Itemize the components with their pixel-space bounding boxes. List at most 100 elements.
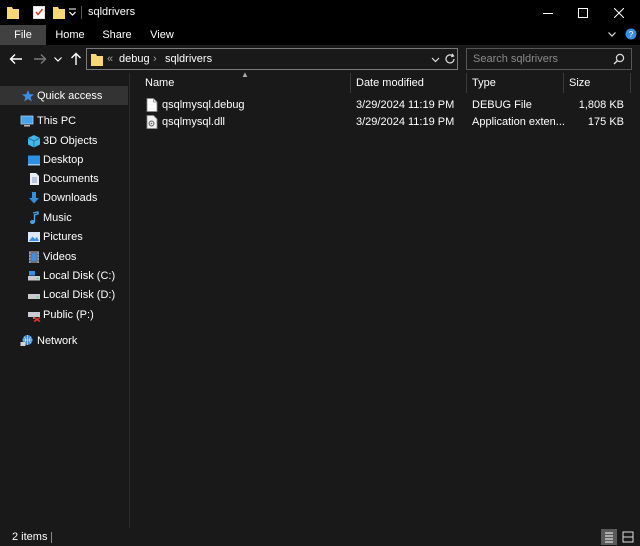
sidebar-item-public-p[interactable]: Public (P:) [0,305,128,324]
search-box[interactable] [466,48,632,70]
item-count: 2 items [12,531,48,543]
cube-icon [27,134,41,147]
file-type: Application exten... [472,116,565,128]
file-size: 1,808 KB [578,99,624,111]
large-icons-view-icon [622,531,634,543]
address-dropdown-chevron-icon[interactable] [431,55,440,64]
navigation-pane: Quick access This PC 3D Objects Desktop … [0,73,129,528]
column-divider[interactable] [466,73,467,93]
table-row[interactable]: qsqlmysql.debug 3/29/2024 11:19 PM DEBUG… [130,97,640,114]
breadcrumb-separator[interactable]: › [153,53,157,65]
sidebar-item-downloads[interactable]: Downloads [0,188,128,207]
sidebar-item-this-pc[interactable]: This PC [0,111,128,130]
sidebar-item-videos[interactable]: Videos [0,247,128,266]
tab-view[interactable]: View [139,25,185,45]
details-view-icon [605,532,613,543]
sidebar-item-quick-access[interactable]: Quick access [0,86,128,105]
breadcrumb-debug[interactable]: debug [119,53,150,65]
breadcrumb-sqldrivers[interactable]: sqldrivers [165,53,212,65]
sidebar-item-label: Music [43,211,72,224]
desktop-icon [28,155,40,165]
sidebar-item-documents[interactable]: Documents [0,169,128,188]
folder-icon [7,7,19,19]
properties-icon[interactable] [33,5,45,19]
videos-icon [29,250,39,263]
sidebar-item-label: Desktop [43,153,84,166]
back-arrow-icon[interactable] [8,51,24,67]
refresh-icon[interactable] [444,53,456,65]
tab-home[interactable]: Home [47,25,93,45]
address-bar[interactable]: « debug › sqldrivers [86,48,458,70]
title-bar: sqldrivers [0,0,640,25]
sidebar-item-music[interactable]: Music [0,208,128,227]
sidebar-item-label: Public (P:) [43,308,94,321]
column-divider[interactable] [630,73,631,93]
file-icon [146,98,158,112]
sidebar-item-label: 3D Objects [43,134,98,147]
large-icons-view-button[interactable] [620,529,636,545]
minimize-icon [543,12,553,14]
sidebar-item-label: Local Disk (C:) [43,269,116,282]
network-icon [20,334,33,346]
sidebar-item-3d-objects[interactable]: 3D Objects [0,131,128,150]
drive-icon [28,270,40,280]
sidebar-item-label: Network [37,334,78,347]
sort-ascending-caret-icon: ▲ [241,70,249,79]
up-arrow-icon[interactable] [68,51,84,67]
details-view-button[interactable] [601,529,617,545]
svg-text:?: ? [629,30,634,39]
star-icon [22,89,34,101]
sidebar-item-local-disk-d[interactable]: Local Disk (D:) [0,285,128,304]
new-folder-icon[interactable] [53,5,65,19]
download-icon [29,191,39,203]
sidebar-item-label: Quick access [37,89,103,102]
search-input[interactable] [473,51,609,67]
help-icon[interactable]: ? [625,28,637,40]
column-header-type[interactable]: Type [472,73,496,93]
file-name: qsqlmysql.debug [162,99,245,111]
sidebar-item-label: Local Disk (D:) [43,288,116,301]
file-type: DEBUG File [472,99,532,111]
expand-ribbon-chevron-icon[interactable] [607,29,617,39]
file-date-modified: 3/29/2024 11:19 PM [356,99,455,111]
sidebar-item-network[interactable]: Network [0,331,128,350]
sidebar-item-label: Documents [43,172,99,185]
column-divider[interactable] [563,73,564,93]
column-header-size[interactable]: Size [569,73,590,93]
sidebar-item-label: This PC [37,114,77,127]
search-icon[interactable] [613,53,625,65]
tab-file[interactable]: File [0,25,46,45]
pictures-icon [28,231,40,242]
status-bar: 2 items [0,528,640,546]
tab-share[interactable]: Share [94,25,140,45]
maximize-icon [578,7,588,18]
document-icon [30,172,39,185]
sidebar-item-desktop[interactable]: Desktop [0,150,128,169]
computer-icon [20,115,34,126]
close-button[interactable] [596,0,640,25]
sidebar-item-local-disk-c[interactable]: Local Disk (C:) [0,266,128,285]
close-icon [614,7,624,18]
sidebar-item-pictures[interactable]: Pictures [0,227,128,246]
folder-icon [91,54,103,66]
music-icon [30,210,39,224]
dll-icon [146,115,158,129]
window-title: sqldrivers [88,6,136,18]
forward-arrow-icon[interactable] [32,51,48,67]
navigation-bar: « debug › sqldrivers [0,45,640,73]
column-header-date-modified[interactable]: Date modified [356,73,424,93]
file-name: qsqlmysql.dll [162,116,225,128]
table-row[interactable]: qsqlmysql.dll 3/29/2024 11:19 PM Applica… [130,114,640,131]
breadcrumb-overflow[interactable]: « [107,53,113,65]
sidebar-item-label: Videos [43,250,77,263]
sidebar-item-label: Downloads [43,191,98,204]
drive-icon [28,293,40,299]
file-date-modified: 3/29/2024 11:19 PM [356,116,455,128]
title-separator [81,6,82,19]
network-drive-icon [28,311,41,322]
customize-quick-access-chevron-icon[interactable] [68,8,77,17]
status-separator [51,532,52,543]
column-header-name[interactable]: Name [145,73,174,93]
column-divider[interactable] [350,73,351,93]
recent-locations-chevron-icon[interactable] [53,54,69,70]
